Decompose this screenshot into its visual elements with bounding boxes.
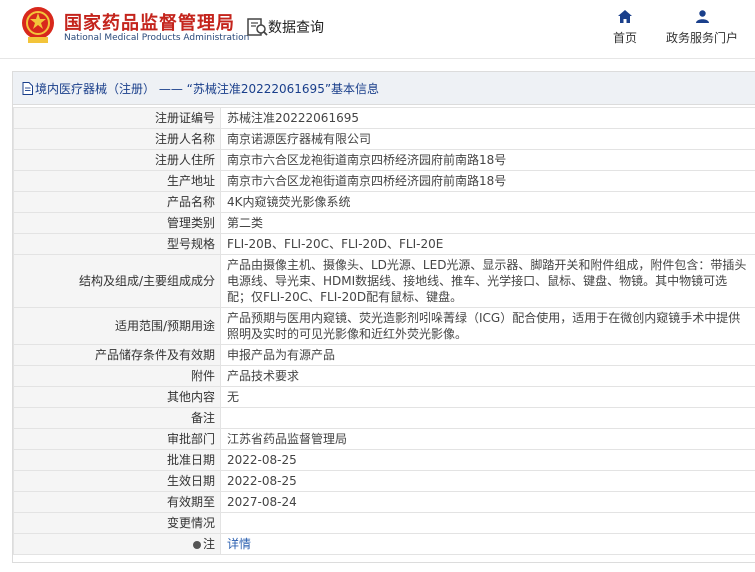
table-row: 附件 产品技术要求 [13, 365, 755, 387]
field-value: 第二类 [220, 212, 755, 234]
field-label: 结构及组成/主要组成成分 [13, 254, 221, 308]
field-label: 批准日期 [13, 449, 221, 471]
field-label: 型号规格 [13, 233, 221, 255]
field-value: ​ [220, 407, 755, 429]
field-value: 苏械注准20222061695 [220, 107, 755, 129]
data-query-icon [247, 18, 268, 36]
nav-home[interactable]: 首页 [607, 10, 643, 46]
table-row: 注册证编号 苏械注准20222061695 [13, 107, 755, 129]
field-value: 4K内窥镜荧光影像系统 [220, 191, 755, 213]
header-divider [0, 58, 755, 59]
field-value: 产品由摄像主机、摄像头、LD光源、LED光源、显示器、脚踏开关和附件组成，附件包… [220, 254, 755, 308]
data-query-label[interactable]: 数据查询 [268, 17, 324, 37]
table-row: 结构及组成/主要组成成分 产品由摄像主机、摄像头、LD光源、LED光源、显示器、脚… [13, 254, 755, 308]
site-header: 国家药品监督管理局 National Medical Products Admi… [0, 0, 755, 58]
field-label: 产品名称 [13, 191, 221, 213]
registration-info-table: 注册证编号 苏械注准20222061695 注册人名称 南京诺源医疗器械有限公司 注… [13, 107, 755, 555]
table-row: 生产地址 南京市六合区龙袍街道南京四桥经济园府前南路18号 [13, 170, 755, 192]
field-label: 备注 [13, 407, 221, 429]
table-row: 有效期至 2027-08-24 [13, 491, 755, 513]
field-value: ​ [220, 512, 755, 534]
site-subtitle: National Medical Products Administration [64, 33, 250, 43]
table-row: 适用范围/预期用途 产品预期与医用内窥镜、荧光造影剂吲哚菁绿（ICG）配合使用，适… [13, 307, 755, 345]
note-label: 注 [202, 537, 215, 551]
national-emblem-icon [22, 7, 54, 43]
field-value: FLI-20B、FLI-20C、FLI-20D、FLI-20E [220, 233, 755, 255]
field-label: 适用范围/预期用途 [13, 307, 221, 345]
field-label: 生效日期 [13, 470, 221, 492]
table-row: 变更情况​ [13, 512, 755, 534]
table-row: 型号规格 FLI-20B、FLI-20C、FLI-20D、FLI-20E [13, 233, 755, 255]
field-value: 南京市六合区龙袍街道南京四桥经济园府前南路18号 [220, 149, 755, 171]
field-value: 产品预期与医用内窥镜、荧光造影剂吲哚菁绿（ICG）配合使用，适用于在微创内窥镜手… [220, 307, 755, 345]
field-label: 管理类别 [13, 212, 221, 234]
field-value: 产品技术要求 [220, 365, 755, 387]
field-label: 其他内容 [13, 386, 221, 408]
field-value: 2022-08-25 [220, 470, 755, 492]
table-row: 注册人名称 南京诺源医疗器械有限公司 [13, 128, 755, 150]
field-label: 注册证编号 [13, 107, 221, 129]
field-value: 申报产品为有源产品 [220, 344, 755, 366]
field-value: 南京诺源医疗器械有限公司 [220, 128, 755, 150]
table-row: 其他内容无 [13, 386, 755, 408]
note-label-cell: 注 [13, 533, 221, 555]
nav-home-label: 首页 [612, 31, 637, 45]
field-label: 注册人住所 [13, 149, 221, 171]
table-row: 注 详情 [13, 533, 755, 555]
nav-portal-label: 政务服务门户 [665, 31, 738, 45]
details-link[interactable]: 详情 [227, 537, 251, 551]
table-row: 产品名称 4K内窥镜荧光影像系统 [13, 191, 755, 213]
table-row: 审批部门 江苏省药品监督管理局 [13, 428, 755, 450]
field-value: 南京市六合区龙袍街道南京四桥经济园府前南路18号 [220, 170, 755, 192]
field-label: 有效期至 [13, 491, 221, 513]
panel-title: 境内医疗器械（注册） —— “苏械注准20222061695”基本信息 [35, 82, 380, 96]
field-label: 变更情况 [13, 512, 221, 534]
field-value: 江苏省药品监督管理局 [220, 428, 755, 450]
field-label: 审批部门 [13, 428, 221, 450]
note-bullet-icon [192, 541, 201, 549]
detail-panel: 境内医疗器械（注册） —— “苏械注准20222061695”基本信息 注册证编… [12, 71, 755, 563]
field-label: 生产地址 [13, 170, 221, 192]
site-title: 国家药品监督管理局 [64, 13, 235, 34]
user-icon [695, 10, 709, 23]
nav-service-portal[interactable]: 政务服务门户 [660, 10, 744, 46]
field-value: 2022-08-25 [220, 449, 755, 471]
field-value: 无 [220, 386, 755, 408]
home-icon [618, 10, 632, 23]
field-value: 2027-08-24 [220, 491, 755, 513]
note-value-cell: 详情 [220, 533, 755, 555]
panel-title-bar: 境内医疗器械（注册） —— “苏械注准20222061695”基本信息 [13, 72, 755, 105]
table-row: 管理类别 第二类 [13, 212, 755, 234]
table-row: 备注​ [13, 407, 755, 429]
field-label: 注册人名称 [13, 128, 221, 150]
document-icon [22, 82, 33, 95]
table-row: 产品储存条件及有效期 申报产品为有源产品 [13, 344, 755, 366]
table-row: 注册人住所 南京市六合区龙袍街道南京四桥经济园府前南路18号 [13, 149, 755, 171]
table-row: 批准日期 2022-08-25 [13, 449, 755, 471]
table-row: 生效日期 2022-08-25 [13, 470, 755, 492]
field-label: 附件 [13, 365, 221, 387]
field-label: 产品储存条件及有效期 [13, 344, 221, 366]
